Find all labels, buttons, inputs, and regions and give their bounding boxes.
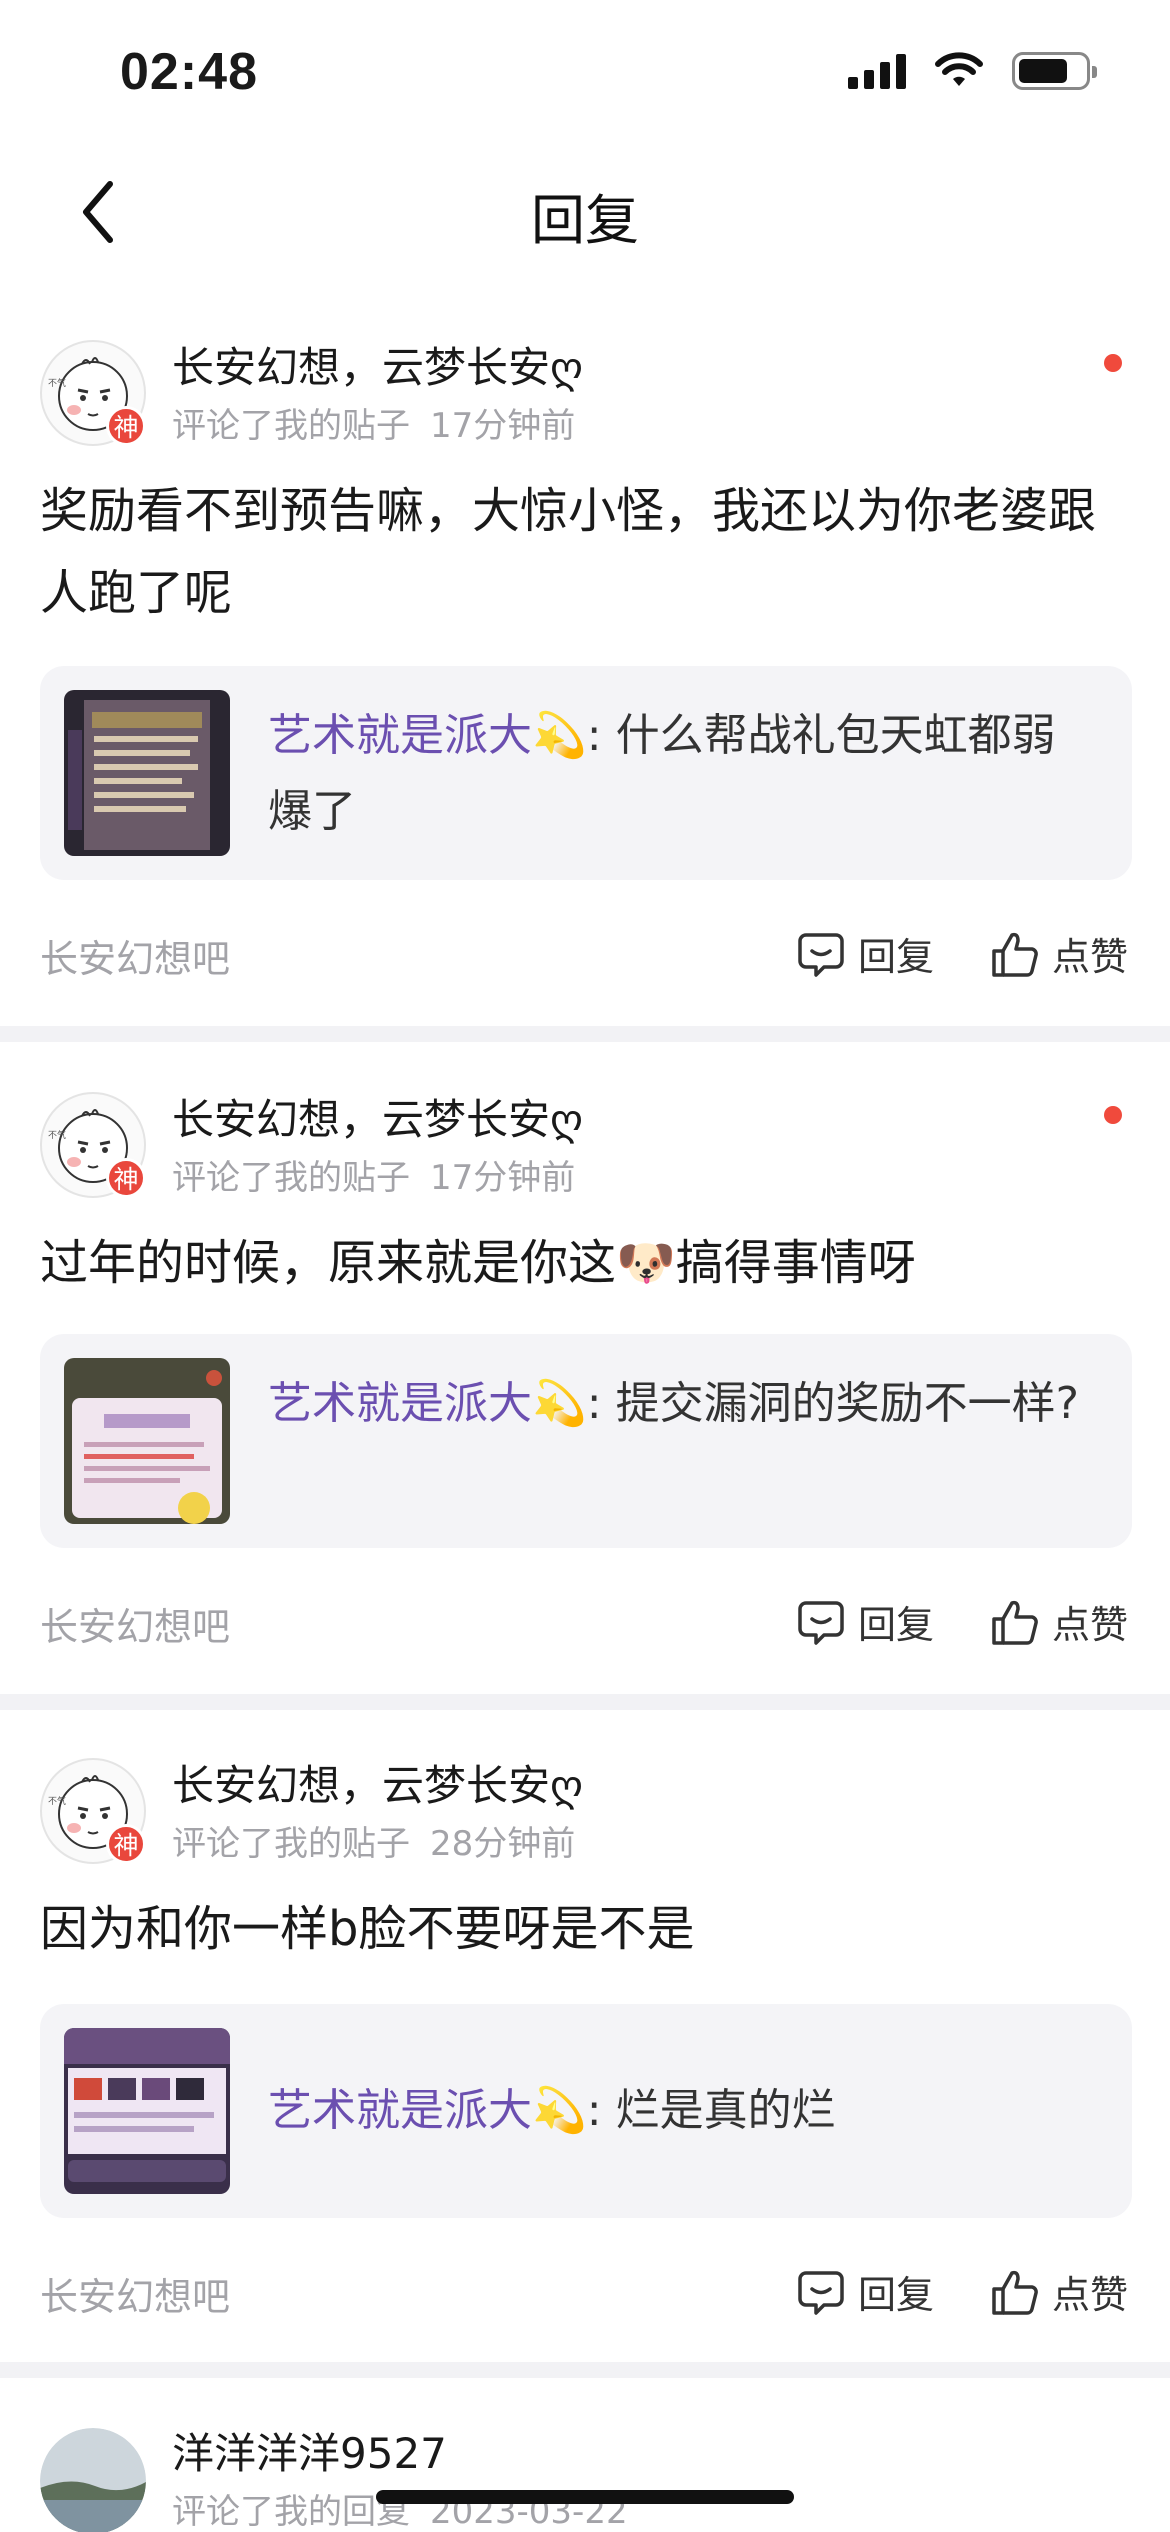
- avatar[interactable]: 不气 神: [40, 1092, 146, 1198]
- page-title: 回复: [531, 189, 639, 252]
- thumbs-up-icon: [992, 2270, 1038, 2315]
- user-name[interactable]: 长安幻想，云梦长安ღ: [172, 1752, 583, 1813]
- quote-content: 烂是真的烂: [615, 2085, 836, 2136]
- card-separator: [0, 1026, 1170, 1042]
- like-label: 点赞: [1052, 2273, 1129, 2317]
- user-name[interactable]: 长安幻想，云梦长安ღ: [172, 334, 583, 395]
- quote-author: 艺术就是派大💫: [268, 2085, 587, 2136]
- card-separator: [0, 2362, 1170, 2378]
- comment-icon: [798, 1600, 844, 1645]
- notification-meta: 评论了我的贴子 28分钟前: [172, 1816, 575, 1865]
- thumbs-up-icon: [992, 1600, 1038, 1645]
- god-badge: 神: [106, 1824, 146, 1864]
- action-text: 评论了我的贴子: [172, 1158, 410, 1198]
- notification-card[interactable]: 洋洋洋洋9527 评论了我的回复 2023-03-22: [0, 2378, 1170, 2532]
- quote-content: 提交漏洞的奖励不一样?: [615, 1378, 1079, 1429]
- action-text: 评论了我的贴子: [172, 1824, 410, 1864]
- avatar[interactable]: 不气 神: [40, 1758, 146, 1864]
- avatar[interactable]: [40, 2428, 146, 2532]
- reply-label: 回复: [858, 2273, 935, 2317]
- unread-dot: [1104, 1106, 1122, 1124]
- reply-label: 回复: [858, 935, 935, 979]
- notification-card[interactable]: 不气 神 长安幻想，云梦长安ღ 评论了我的贴子 28分钟前 因为和你一样b脸不要呀…: [0, 1710, 1170, 2362]
- wifi-icon: [935, 52, 983, 86]
- quote-text: 艺术就是派大💫: 什么帮战礼包天虹都弱爆了: [268, 710, 1056, 837]
- user-name[interactable]: 洋洋洋洋9527: [172, 2420, 447, 2481]
- status-bar: 02:48: [0, 0, 1170, 150]
- god-badge: 神: [106, 406, 146, 446]
- timestamp: 28分钟前: [430, 1824, 576, 1864]
- forum-name[interactable]: 长安幻想吧: [40, 928, 230, 983]
- status-icons: [848, 52, 1097, 90]
- forum-name[interactable]: 长安幻想吧: [40, 1596, 230, 1651]
- avatar[interactable]: 不气 神: [40, 340, 146, 446]
- comment-text: 因为和你一样b脸不要呀是不是: [40, 1901, 695, 1957]
- post-thumbnail: [64, 2028, 230, 2194]
- reply-button[interactable]: 回复: [796, 1594, 934, 1649]
- quoted-post[interactable]: 艺术就是派大💫: 提交漏洞的奖励不一样?: [40, 1334, 1132, 1548]
- reply-button[interactable]: 回复: [796, 926, 934, 981]
- forum-name[interactable]: 长安幻想吧: [40, 2266, 230, 2321]
- battery-icon: [1012, 52, 1097, 90]
- quote-text: 艺术就是派大💫: 烂是真的烂: [268, 2085, 836, 2136]
- like-label: 点赞: [1052, 935, 1129, 979]
- quoted-post[interactable]: 艺术就是派大💫: 烂是真的烂: [40, 2004, 1132, 2218]
- like-label: 点赞: [1052, 1603, 1129, 1647]
- svg-text:不气: 不气: [48, 1795, 66, 1807]
- landscape-avatar-icon: [40, 2428, 146, 2532]
- action-text: 评论了我的回复: [172, 2492, 410, 2532]
- unread-dot: [1104, 354, 1122, 372]
- notification-meta: 评论了我的贴子 17分钟前: [172, 1150, 575, 1199]
- god-badge: 神: [106, 1158, 146, 1198]
- home-indicator[interactable]: [376, 2490, 794, 2504]
- quote-author: 艺术就是派大💫: [268, 710, 587, 761]
- user-name[interactable]: 长安幻想，云梦长安ღ: [172, 1086, 583, 1147]
- reply-button[interactable]: 回复: [796, 2264, 934, 2319]
- notification-card[interactable]: 不气 神 长安幻想，云梦长安ღ 评论了我的贴子 17分钟前 奖励看不到预告嘛，大惊…: [0, 300, 1170, 1024]
- status-time: 02:48: [120, 43, 258, 101]
- timestamp: 17分钟前: [430, 1158, 576, 1198]
- thumbs-up-icon: [992, 932, 1038, 977]
- quote-author: 艺术就是派大💫: [268, 1378, 587, 1429]
- like-button[interactable]: 点赞: [990, 1594, 1128, 1649]
- action-text: 评论了我的贴子: [172, 406, 410, 446]
- comment-icon: [798, 2270, 844, 2315]
- post-thumbnail: [64, 690, 230, 856]
- like-button[interactable]: 点赞: [990, 2264, 1128, 2319]
- reply-label: 回复: [858, 1603, 935, 1647]
- comment-text: 奖励看不到预告嘛，大惊小怪，我还以为你老婆跟人跑了呢: [40, 483, 1097, 621]
- timestamp: 17分钟前: [430, 406, 576, 446]
- notification-meta: 评论了我的贴子 17分钟前: [172, 398, 575, 447]
- nav-bar: 回复: [0, 150, 1170, 280]
- svg-text:不气: 不气: [48, 1129, 66, 1141]
- quoted-post[interactable]: 艺术就是派大💫: 什么帮战礼包天虹都弱爆了: [40, 666, 1132, 880]
- post-thumbnail: [64, 1358, 230, 1524]
- notification-card[interactable]: 不气 神 长安幻想，云梦长安ღ 评论了我的贴子 17分钟前 过年的时候，原来就是你…: [0, 1042, 1170, 1694]
- like-button[interactable]: 点赞: [990, 926, 1128, 981]
- cellular-signal-icon: [848, 53, 906, 89]
- quote-text: 艺术就是派大💫: 提交漏洞的奖励不一样?: [268, 1378, 1079, 1429]
- card-separator: [0, 1694, 1170, 1710]
- comment-icon: [798, 932, 844, 977]
- svg-text:不气: 不气: [48, 377, 66, 389]
- comment-text: 过年的时候，原来就是你这🐶搞得事情呀: [40, 1235, 916, 1291]
